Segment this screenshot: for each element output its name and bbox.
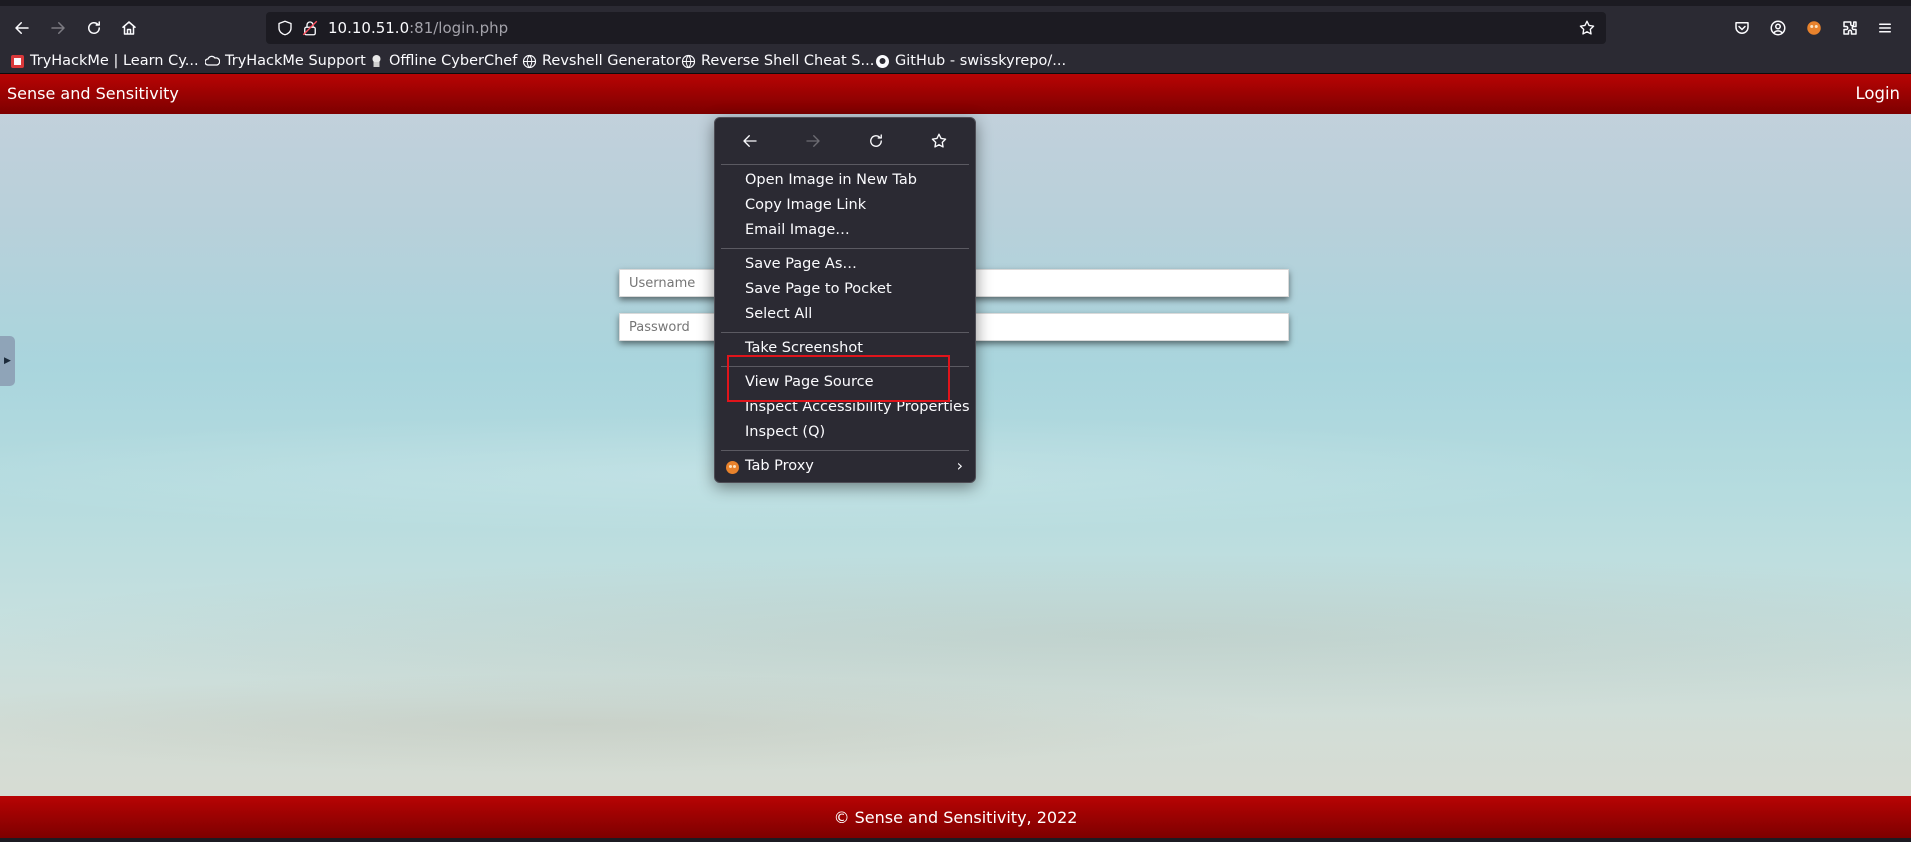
menu-item-select-all[interactable]: Select All [745,306,812,322]
menu-item-take-screenshot[interactable]: Take Screenshot [745,340,863,356]
url-path: :81/login.php [409,19,509,37]
menu-item-open-image-new-tab[interactable]: Open Image in New Tab [745,172,917,188]
bookmark-github-swisskyrepo[interactable]: GitHub - swisskyrepo/... [875,50,1066,72]
bookmark-revshell-generator[interactable]: Revshell Generator [522,50,681,72]
github-icon [875,54,890,69]
expand-arrow-icon: ▶ [4,356,11,366]
forward-icon [801,130,825,152]
context-menu-nav [715,118,975,164]
bookmark-label: GitHub - swisskyrepo/... [895,53,1067,69]
account-icon[interactable] [1766,16,1790,40]
pocket-icon[interactable] [1730,16,1754,40]
bookmark-star-icon[interactable] [1578,19,1596,37]
bookmark-cyberchef[interactable]: Offline CyberChef [369,50,517,72]
login-link[interactable]: Login [1855,84,1900,103]
menu-icon[interactable] [1873,16,1897,40]
bookmark-reverse-shell-cheat-sheet[interactable]: Reverse Shell Cheat S... [681,50,874,72]
menu-item-email-image[interactable]: Email Image… [745,222,850,238]
reload-icon[interactable] [82,16,106,40]
menu-separator [721,164,969,165]
bookmark-tryhackme[interactable]: TryHackMe | Learn Cy... [10,50,199,72]
bookmark-label: TryHackMe Support [225,53,366,69]
browser-toolbar: 10.10.51.0:81/login.php [0,0,1911,48]
url-host: 10.10.51.0 [328,19,410,37]
menu-separator [721,248,969,249]
url-text[interactable]: 10.10.51.0:81/login.php [328,19,508,37]
cloud-icon [204,54,221,69]
forward-icon [46,16,70,40]
window-bottom-edge [0,838,1911,842]
bookmarks-bar: TryHackMe | Learn Cy... TryHackMe Suppor… [0,48,1911,74]
bookmark-tryhackme-support[interactable]: TryHackMe Support [204,50,366,72]
menu-item-copy-image-link[interactable]: Copy Image Link [745,197,866,213]
chef-icon [369,54,384,69]
bookmark-label: TryHackMe | Learn Cy... [30,53,199,69]
back-icon[interactable] [738,130,762,152]
context-menu: Open Image in New Tab Copy Image Link Em… [714,117,976,483]
menu-item-save-page-as[interactable]: Save Page As… [745,256,857,272]
reload-icon[interactable] [864,130,888,152]
insecure-lock-icon[interactable] [301,19,319,37]
menu-item-inspect[interactable]: Inspect (Q) [745,424,825,440]
footer-text: © Sense and Sensitivity, 2022 [833,807,1078,827]
site-footer: © Sense and Sensitivity, 2022 [0,796,1911,838]
bookmark-star-icon[interactable] [927,130,951,152]
side-panel-handle[interactable]: ▶ [0,336,15,386]
foxyproxy-icon[interactable] [1802,16,1826,40]
site-header: Sense and Sensitivity Login [0,74,1911,114]
menu-item-tab-proxy[interactable]: Tab Proxy [745,458,814,474]
url-bar[interactable]: 10.10.51.0:81/login.php [266,12,1606,44]
shield-icon[interactable] [276,19,294,37]
site-title[interactable]: Sense and Sensitivity [7,84,179,103]
globe-icon [681,54,696,69]
bookmark-label: Reverse Shell Cheat S... [701,53,875,69]
menu-separator [721,450,969,451]
globe-icon [522,54,537,69]
menu-separator [721,332,969,333]
home-icon[interactable] [117,16,141,40]
foxyproxy-icon [725,460,740,475]
extensions-icon[interactable] [1838,16,1862,40]
back-icon[interactable] [10,16,34,40]
annotation-highlight-box [727,355,950,402]
bookmark-label: Revshell Generator [542,53,681,69]
tryhackme-icon [10,54,25,69]
chevron-right-icon: › [956,456,963,475]
bookmark-label: Offline CyberChef [389,53,518,69]
menu-item-save-to-pocket[interactable]: Save Page to Pocket [745,281,892,297]
